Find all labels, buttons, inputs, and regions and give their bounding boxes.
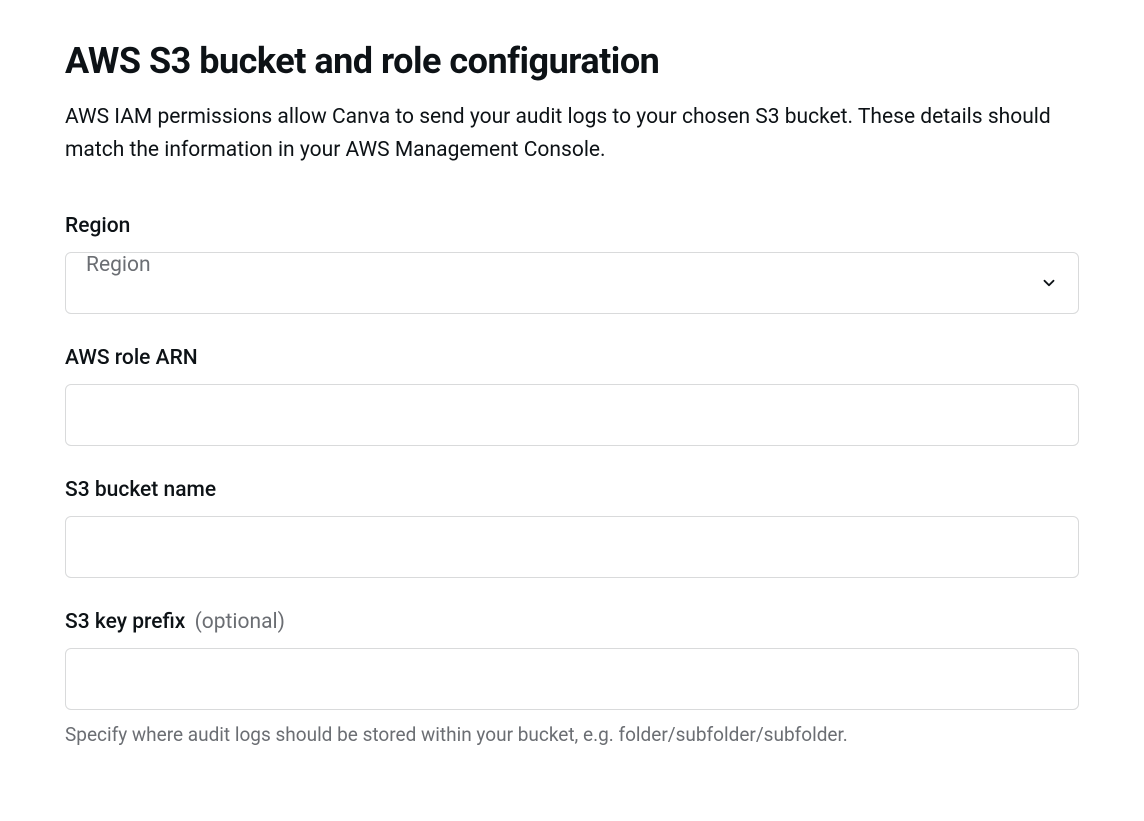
key-prefix-helper: Specify where audit logs should be store… xyxy=(65,722,1079,749)
key-prefix-optional-hint: (optional) xyxy=(195,610,285,634)
role-arn-field-group: AWS role ARN xyxy=(65,346,1079,446)
region-select-wrapper: Region xyxy=(65,252,1079,314)
region-label: Region xyxy=(65,214,1079,238)
region-select[interactable]: Region xyxy=(65,252,1079,314)
role-arn-label: AWS role ARN xyxy=(65,346,1079,370)
region-field-group: Region Region xyxy=(65,214,1079,314)
bucket-name-label: S3 bucket name xyxy=(65,478,1079,502)
key-prefix-label: S3 key prefix (optional) xyxy=(65,610,1079,634)
page-title: AWS S3 bucket and role configuration xyxy=(65,40,1079,83)
role-arn-input[interactable] xyxy=(65,384,1079,446)
page-description: AWS IAM permissions allow Canva to send … xyxy=(65,101,1079,166)
key-prefix-input[interactable] xyxy=(65,648,1079,710)
key-prefix-field-group: S3 key prefix (optional) Specify where a… xyxy=(65,610,1079,749)
bucket-name-input[interactable] xyxy=(65,516,1079,578)
bucket-name-field-group: S3 bucket name xyxy=(65,478,1079,578)
key-prefix-label-text: S3 key prefix xyxy=(65,610,185,634)
